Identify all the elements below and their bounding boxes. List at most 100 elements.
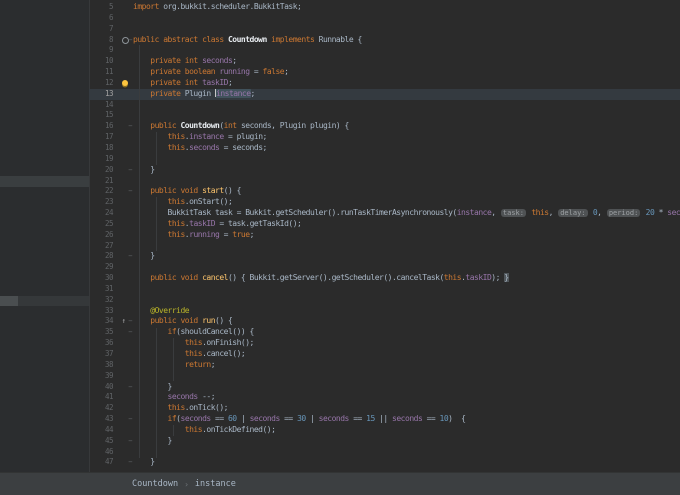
code-line-text[interactable]: public void start() { (133, 186, 680, 197)
line-number[interactable]: 12 (89, 78, 117, 89)
line-number[interactable]: 23 (89, 197, 117, 208)
code-line-text[interactable]: this.cancel(); (133, 349, 680, 360)
code-line[interactable]: 42 this.onTick(); (89, 403, 680, 414)
line-number[interactable]: 19 (89, 154, 117, 165)
code-line-text[interactable]: private int seconds; (133, 56, 680, 67)
line-number[interactable]: 7 (89, 24, 117, 35)
code-line-text[interactable]: this.running = true; (133, 230, 680, 241)
line-number[interactable]: 40 (89, 382, 117, 393)
code-line-text[interactable]: public void cancel() { Bukkit.getServer(… (133, 273, 680, 284)
code-line[interactable]: 47 − } (89, 457, 680, 468)
line-number[interactable]: 26 (89, 230, 117, 241)
code-line-text[interactable]: import org.bukkit.scheduler.BukkitTask; (133, 2, 680, 13)
code-line[interactable]: 34 ↑ − public void run() { (89, 316, 680, 327)
code-line-text[interactable] (133, 241, 680, 252)
line-number[interactable]: 28 (89, 251, 117, 262)
code-line-text[interactable]: seconds --; (133, 392, 680, 403)
code-line-text[interactable] (133, 24, 680, 35)
breadcrumb-item-class[interactable]: Countdown (132, 479, 178, 489)
line-number[interactable]: 31 (89, 284, 117, 295)
code-line-text[interactable]: if(shouldCancel()) { (133, 327, 680, 338)
code-line[interactable]: 45 − } (89, 436, 680, 447)
code-line[interactable]: 31 (89, 284, 680, 295)
line-number[interactable]: 17 (89, 132, 117, 143)
line-number[interactable]: 25 (89, 219, 117, 230)
code-line[interactable]: 37 this.cancel(); (89, 349, 680, 360)
code-line[interactable]: 10 private int seconds; (89, 56, 680, 67)
line-number[interactable]: 39 (89, 371, 117, 382)
code-line-text[interactable]: this.instance = plugin; (133, 132, 680, 143)
line-number[interactable]: 11 (89, 67, 117, 78)
code-line-text[interactable]: } (133, 436, 680, 447)
code-line[interactable]: 39 (89, 371, 680, 382)
line-number[interactable]: 8 (89, 35, 117, 46)
code-line[interactable]: 36 this.onFinish(); (89, 338, 680, 349)
code-line-text[interactable]: } (133, 382, 680, 393)
code-line[interactable]: 20 − } (89, 165, 680, 176)
code-line-text[interactable] (133, 176, 680, 187)
code-line[interactable]: 8 − public abstract class Countdown implem… (89, 35, 680, 46)
code-line-text[interactable] (133, 13, 680, 24)
line-number[interactable]: 34 (89, 316, 117, 327)
code-line[interactable]: 27 (89, 241, 680, 252)
code-line[interactable]: 41 seconds --; (89, 392, 680, 403)
code-line[interactable]: 5 import org.bukkit.scheduler.BukkitTask; (89, 2, 680, 13)
line-number[interactable]: 29 (89, 262, 117, 273)
line-number[interactable]: 45 (89, 436, 117, 447)
line-number[interactable]: 5 (89, 2, 117, 13)
code-line[interactable]: 22 − public void start() { (89, 186, 680, 197)
line-number[interactable]: 35 (89, 327, 117, 338)
line-number[interactable]: 10 (89, 56, 117, 67)
code-line-text[interactable]: this.taskID = task.getTaskId(); (133, 219, 680, 230)
code-line-text[interactable]: if(seconds == 60 | seconds == 30 | secon… (133, 414, 680, 425)
code-line-text[interactable]: this.onTickDefined(); (133, 425, 680, 436)
code-line-text[interactable]: private int taskID; (133, 78, 680, 89)
overriding-method-icon[interactable]: ↑ (119, 317, 128, 326)
line-number[interactable]: 42 (89, 403, 117, 414)
code-line-text[interactable] (133, 110, 680, 121)
code-line[interactable]: 7 (89, 24, 680, 35)
code-line[interactable]: 9 (89, 45, 680, 56)
code-line[interactable]: 35 − if(shouldCancel()) { (89, 327, 680, 338)
code-line-text[interactable]: @Override (133, 306, 680, 317)
fold-marker-icon[interactable]: − (128, 251, 132, 261)
code-line[interactable]: 28 − } (89, 251, 680, 262)
line-number[interactable]: 14 (89, 100, 117, 111)
code-line[interactable]: 33 @Override (89, 306, 680, 317)
fold-marker-icon[interactable]: − (128, 316, 132, 326)
code-line[interactable]: 13 private Plugin instance; (89, 88, 680, 100)
code-line[interactable]: 6 (89, 13, 680, 24)
line-number[interactable]: 20 (89, 165, 117, 176)
fold-marker-icon[interactable]: − (128, 186, 132, 196)
code-line-text[interactable]: private Plugin instance; (133, 88, 680, 100)
code-line[interactable]: 32 (89, 295, 680, 306)
code-line-text[interactable]: return; (133, 360, 680, 371)
line-number[interactable]: 41 (89, 392, 117, 403)
code-editor[interactable]: 5 import org.bukkit.scheduler.BukkitTask;… (89, 0, 680, 472)
line-number[interactable]: 18 (89, 143, 117, 154)
code-line-text[interactable] (133, 154, 680, 165)
line-number[interactable]: 37 (89, 349, 117, 360)
code-line-text[interactable] (133, 45, 680, 56)
line-number[interactable]: 21 (89, 176, 117, 187)
code-line-text[interactable]: private boolean running = false; (133, 67, 680, 78)
code-line-text[interactable] (133, 100, 680, 111)
line-number[interactable]: 47 (89, 457, 117, 468)
fold-marker-icon[interactable]: − (128, 327, 132, 337)
line-number[interactable]: 24 (89, 208, 117, 219)
code-line[interactable]: 46 (89, 447, 680, 458)
line-number[interactable]: 22 (89, 186, 117, 197)
code-line[interactable]: 26 this.running = true; (89, 230, 680, 241)
code-line-text[interactable] (133, 447, 680, 458)
code-line-text[interactable]: } (133, 251, 680, 262)
code-line-text[interactable] (133, 371, 680, 382)
line-number[interactable]: 30 (89, 273, 117, 284)
code-line-text[interactable]: BukkitTask task = Bukkit.getScheduler().… (133, 208, 680, 219)
code-line[interactable]: 40 − } (89, 382, 680, 393)
code-line[interactable]: 11 private boolean running = false; (89, 67, 680, 78)
code-line-text[interactable] (133, 295, 680, 306)
code-line-text[interactable]: this.seconds = seconds; (133, 143, 680, 154)
line-number[interactable]: 38 (89, 360, 117, 371)
code-line[interactable]: 17 this.instance = plugin; (89, 132, 680, 143)
fold-marker-icon[interactable]: − (128, 165, 132, 175)
